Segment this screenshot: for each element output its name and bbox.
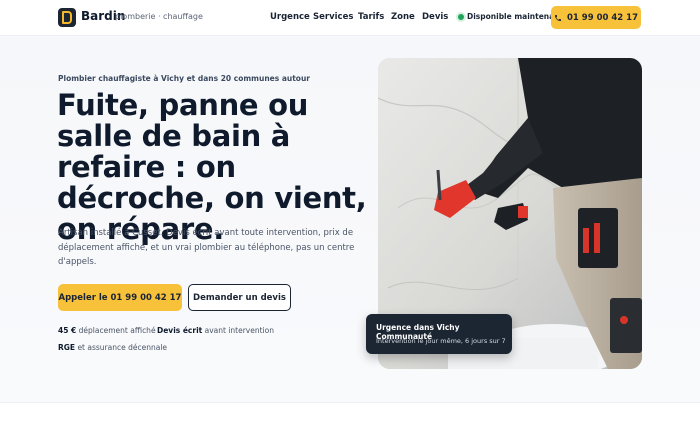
next-section xyxy=(0,402,700,438)
logo-b-icon[interactable] xyxy=(58,8,76,27)
header-call-label: 01 99 00 42 17 xyxy=(567,12,638,23)
fact-rge-insurance: RGE et assurance décennale xyxy=(58,343,167,352)
status-dot-icon xyxy=(458,14,464,20)
badge-subtitle: Intervention le jour même, 6 jours sur 7 xyxy=(376,337,506,345)
phone-icon xyxy=(555,14,561,21)
fact-text: avant intervention xyxy=(202,326,274,335)
hero-lead: Artisan installé à Cusset. Devis écrit a… xyxy=(58,228,355,267)
urgency-badge: Urgence dans Vichy Communauté Interventi… xyxy=(366,314,512,354)
fact-text: et assurance décennale xyxy=(75,343,168,352)
nav-link-services[interactable]: Services xyxy=(313,12,353,22)
fact-travel-fee: 45 € déplacement affiché xyxy=(58,326,156,335)
fact-strong: RGE xyxy=(58,343,76,352)
site-header: Bardin plomberie · chauffage Urgence Ser… xyxy=(0,0,700,36)
availability-status: Disponible maintenant xyxy=(467,12,564,21)
hero-title: Fuite, panne ou salle de bain à refaire … xyxy=(57,88,367,246)
quote-request-button[interactable]: Demander un devis xyxy=(188,284,291,311)
header-call-button[interactable]: 01 99 00 42 17 xyxy=(551,6,641,29)
fact-written-quote: Devis écrit avant intervention xyxy=(157,326,274,335)
fact-strong: Devis écrit xyxy=(157,326,203,335)
call-button[interactable]: Appeler le 01 99 00 42 17 xyxy=(58,284,182,311)
hero-eyebrow: Plombier chauffagiste à Vichy et dans 20… xyxy=(58,74,311,83)
nav-link-devis[interactable]: Devis xyxy=(422,12,448,22)
nav-link-urgence[interactable]: Urgence xyxy=(270,12,310,22)
brand-tagline: plomberie · chauffage xyxy=(115,12,203,21)
nav-link-tarifs[interactable]: Tarifs xyxy=(358,12,384,22)
nav-link-zone[interactable]: Zone xyxy=(391,12,415,22)
fact-strong: 45 € xyxy=(58,326,77,335)
fact-text: déplacement affiché xyxy=(76,326,156,335)
